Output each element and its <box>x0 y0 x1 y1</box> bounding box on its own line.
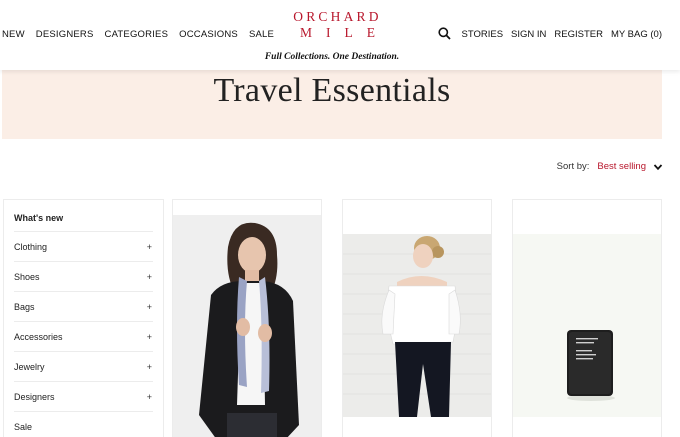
sidebar-item-label: Accessories <box>14 331 63 342</box>
primary-nav: NEW DESIGNERS CATEGORIES OCCASIONS SALE <box>2 29 285 40</box>
sidebar-item-label: Jewelry <box>14 361 45 372</box>
logo-line-1: ORCHARD <box>293 9 382 24</box>
sidebar-item-label: Clothing <box>14 241 48 252</box>
category-banner: Travel Essentials <box>2 70 662 139</box>
expand-plus-icon[interactable]: + <box>147 272 152 282</box>
product-card[interactable] <box>172 199 322 437</box>
expand-plus-icon[interactable]: + <box>147 332 152 342</box>
sign-in-link[interactable]: SIGN IN <box>511 29 546 40</box>
sidebar-item-accessories[interactable]: Accessories + <box>14 322 153 352</box>
sidebar-item-label: Sale <box>14 422 33 432</box>
nav-categories[interactable]: CATEGORIES <box>105 29 169 40</box>
sidebar-item-sale[interactable]: Sale <box>14 412 153 437</box>
sidebar-item-label: Designers <box>14 391 55 402</box>
my-bag-link[interactable]: MY BAG (0) <box>611 29 662 40</box>
sidebar-item-jewelry[interactable]: Jewelry + <box>14 352 153 382</box>
product-card[interactable] <box>342 199 492 437</box>
brand-tagline: Full Collections. One Destination. <box>264 52 400 62</box>
brand-logo[interactable]: ORCHARD MILE <box>250 9 425 41</box>
sort-label: Sort by: <box>556 161 590 172</box>
chevron-down-icon[interactable] <box>653 162 663 172</box>
expand-plus-icon[interactable]: + <box>147 242 152 252</box>
product-card[interactable] <box>512 199 662 437</box>
sidebar-item-bags[interactable]: Bags + <box>14 292 153 322</box>
sidebar-item-designers[interactable]: Designers + <box>14 382 153 412</box>
search-icon[interactable] <box>437 27 452 41</box>
nav-designers[interactable]: DESIGNERS <box>36 29 94 40</box>
expand-plus-icon[interactable]: + <box>147 362 152 372</box>
sidebar-item-clothing[interactable]: Clothing + <box>14 232 153 262</box>
nav-new[interactable]: NEW <box>2 29 25 40</box>
expand-plus-icon[interactable]: + <box>147 302 152 312</box>
sort-value[interactable]: Best selling <box>597 161 646 172</box>
filter-sidebar: What's new Clothing + Shoes + Bags + Acc… <box>3 199 164 437</box>
sort-control[interactable]: Sort by: Best selling <box>557 161 663 172</box>
sidebar-item-shoes[interactable]: Shoes + <box>14 262 153 292</box>
product-image[interactable] <box>513 234 661 417</box>
product-image[interactable] <box>343 234 491 417</box>
page-title: Travel Essentials <box>213 72 451 109</box>
sidebar-item-label: Shoes <box>14 271 40 282</box>
account-nav: STORIES SIGN IN REGISTER MY BAG (0) <box>437 27 662 41</box>
nav-stories[interactable]: STORIES <box>462 29 504 40</box>
sidebar-item-whats-new[interactable]: What's new <box>14 200 153 232</box>
expand-plus-icon[interactable]: + <box>147 392 152 402</box>
register-link[interactable]: REGISTER <box>554 29 603 40</box>
logo-line-2: MILE <box>300 25 389 40</box>
sidebar-item-label: What's new <box>14 213 64 223</box>
product-image[interactable] <box>173 215 321 437</box>
site-header: NEW DESIGNERS CATEGORIES OCCASIONS SALE … <box>0 0 680 70</box>
nav-occasions[interactable]: OCCASIONS <box>179 29 238 40</box>
sidebar-item-label: Bags <box>14 301 35 312</box>
